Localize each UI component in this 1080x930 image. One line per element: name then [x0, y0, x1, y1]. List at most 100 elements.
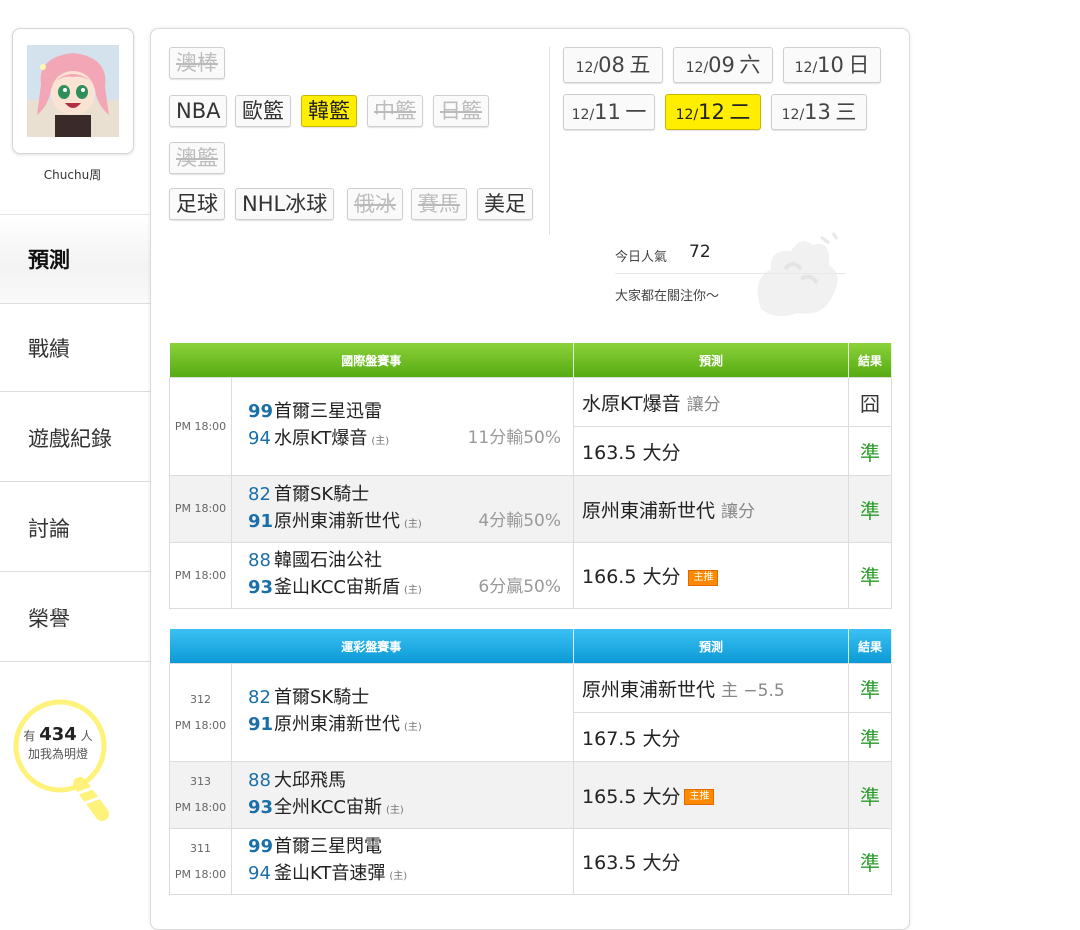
- date-button-1208[interactable]: 12/08 五: [563, 47, 663, 83]
- home-score: 93: [248, 577, 274, 598]
- username: Chuchu周: [43, 168, 102, 182]
- sport-tag-aus-baseball: 澳棒: [169, 47, 225, 79]
- sport-tag-euro-basketball[interactable]: 歐籃: [235, 95, 291, 127]
- prediction-type: 讓分: [721, 501, 756, 522]
- away-team[interactable]: 首爾三星閃電: [274, 836, 382, 857]
- date-day: 13: [804, 100, 831, 124]
- prediction-type: 讓分: [686, 394, 721, 415]
- nav-label: 討論: [28, 516, 70, 541]
- home-team[interactable]: 原州東浦新世代: [274, 511, 400, 532]
- table-header: 國際盤賽事 預測 結果: [169, 343, 893, 378]
- nav-discussion[interactable]: 討論: [0, 484, 152, 572]
- game-time-text: PM 18:00: [174, 867, 227, 881]
- home-team[interactable]: 全州KCC宙斯: [274, 797, 382, 818]
- away-score: 82: [248, 687, 271, 708]
- away-line: 99首爾三星迅雷: [248, 398, 573, 425]
- nav-honor[interactable]: 榮譽: [0, 574, 152, 662]
- avatar[interactable]: [27, 45, 119, 137]
- sport-tag-soccer[interactable]: 足球: [169, 188, 225, 220]
- date-button-1209[interactable]: 12/09 六: [673, 47, 773, 83]
- date-button-1212[interactable]: 12/12 二: [665, 94, 761, 130]
- result-badge: 準: [848, 426, 893, 476]
- away-team[interactable]: 首爾SK騎士: [274, 484, 369, 505]
- date-md: 12/: [571, 107, 595, 123]
- table-row: PM 18:00 82 首爾SK騎士 91原州東浦新世代 (主) 4分輸50% 原州東…: [169, 475, 893, 543]
- game-teams: 88 韓國石油公社 93釜山KCC宙斯盾 (主) 6分贏50%: [230, 542, 575, 609]
- sport-tag-american-football[interactable]: 美足: [477, 188, 533, 220]
- game-time: 313 PM 18:00: [169, 761, 232, 829]
- sport-tag-nba[interactable]: NBA: [169, 95, 228, 127]
- header-prediction: 預測: [573, 629, 850, 664]
- divider: [549, 47, 550, 235]
- host-mark: (主): [404, 722, 422, 733]
- popularity-label: 今日人氣: [615, 250, 668, 265]
- home-line: 93釜山KCC宙斯盾 (主) 6分贏50%: [248, 574, 573, 604]
- date-day: 08: [598, 53, 625, 77]
- sport-tag-aus-basketball: 澳籃: [169, 142, 225, 174]
- sport-tag-nhl[interactable]: NHL冰球: [235, 188, 335, 220]
- game-time: PM 18:00: [169, 377, 232, 476]
- sport-tag-horse-racing: 賽馬: [411, 188, 467, 220]
- away-team[interactable]: 首爾SK騎士: [274, 687, 369, 708]
- home-line: 94 釜山KT音速彈 (主): [248, 860, 573, 890]
- away-score: 99: [248, 836, 274, 857]
- result-badge: 準: [848, 828, 893, 895]
- table-row: PM 18:00 88 韓國石油公社 93釜山KCC宙斯盾 (主) 6分贏50% 16…: [169, 542, 893, 609]
- prediction-text: 原州東浦新世代: [582, 499, 716, 522]
- host-mark: (主): [404, 518, 422, 530]
- game-time-text: PM 18:00: [174, 801, 227, 814]
- avatar-frame[interactable]: [12, 28, 134, 154]
- sport-tag-japan-basketball: 日籃: [433, 95, 489, 127]
- lottery-games-table: 運彩盤賽事 預測 結果 312 PM 18:00 82 首爾SK騎士 91原州東浦新…: [169, 629, 893, 895]
- home-team[interactable]: 釜山KT音速彈: [274, 863, 385, 884]
- home-team[interactable]: 釜山KCC宙斯盾: [274, 577, 400, 598]
- nav-record[interactable]: 戰績: [0, 304, 152, 392]
- nav-predict[interactable]: 預測: [0, 214, 152, 304]
- date-md: 12/: [794, 60, 818, 76]
- game-number: 311: [190, 841, 211, 855]
- intl-games-table: 國際盤賽事 預測 結果 PM 18:00 99首爾三星迅雷 94 水原KT爆音 (主…: [169, 343, 893, 609]
- nav-game-log[interactable]: 遊戲紀錄: [0, 394, 152, 482]
- table-row: 313 PM 18:00 88 大邱飛馬 93全州KCC宙斯 (主) 165.5 大分…: [169, 761, 893, 829]
- date-button-1210[interactable]: 12/10 日: [783, 47, 881, 83]
- date-button-1213[interactable]: 12/13 三: [771, 94, 867, 130]
- prediction: 原州東浦新世代主 −5.5: [573, 663, 850, 713]
- away-team[interactable]: 大邱飛馬: [274, 770, 346, 791]
- home-team[interactable]: 原州東浦新世代: [274, 714, 400, 735]
- game-teams: 99首爾三星迅雷 94 水原KT爆音 (主) 11分輸50%: [230, 377, 575, 476]
- prediction: 166.5 大分 主推: [573, 542, 850, 609]
- host-mark: (主): [389, 871, 408, 882]
- date-weekday: 六: [739, 53, 761, 77]
- away-line: 88 大邱飛馬: [248, 767, 573, 794]
- home-score: 94: [248, 428, 271, 449]
- date-md: 12/: [575, 60, 599, 76]
- popularity-divider: [615, 273, 845, 274]
- game-teams: 99首爾三星閃電 94 釜山KT音速彈 (主): [230, 828, 575, 895]
- date-weekday: 二: [729, 100, 751, 124]
- follow-suffix: 人: [80, 729, 93, 743]
- home-team[interactable]: 水原KT爆音: [274, 428, 367, 449]
- table-row: PM 18:00 99首爾三星迅雷 94 水原KT爆音 (主) 11分輸50% 水原K…: [169, 377, 893, 476]
- away-team[interactable]: 韓國石油公社: [274, 550, 382, 571]
- sidebar: Chuchu周 預測 戰績 遊戲紀錄 討論 榮譽 有 434 人 加我為明燈: [0, 0, 152, 908]
- sport-tag-russia-hockey: 俄冰: [347, 188, 403, 220]
- host-mark: (主): [371, 436, 390, 447]
- result-badge: 準: [848, 761, 893, 829]
- nav-label: 預測: [28, 248, 70, 272]
- away-team[interactable]: 首爾三星迅雷: [274, 401, 382, 422]
- host-mark: (主): [403, 585, 422, 596]
- game-time-text: PM 18:00: [174, 718, 227, 732]
- sport-tag-china-basketball: 中籃: [367, 95, 423, 127]
- away-score: 88: [248, 550, 271, 571]
- away-score: 88: [248, 769, 271, 791]
- home-score: 93: [248, 796, 274, 818]
- prediction-text: 原州東浦新世代: [582, 678, 716, 701]
- game-number: 312: [190, 692, 211, 706]
- game-teams: 88 大邱飛馬 93全州KCC宙斯 (主): [230, 761, 575, 829]
- table-row: 311 PM 18:00 99首爾三星閃電 94 釜山KT音速彈 (主) 163.5 …: [169, 828, 893, 895]
- header-games: 運彩盤賽事: [169, 629, 575, 664]
- follow-count: 有 434 人 加我為明燈: [10, 726, 106, 763]
- date-md: 12/: [781, 107, 805, 123]
- date-button-1211[interactable]: 12/11 一: [563, 94, 655, 130]
- sport-tag-korea-basketball[interactable]: 韓籃: [301, 95, 357, 127]
